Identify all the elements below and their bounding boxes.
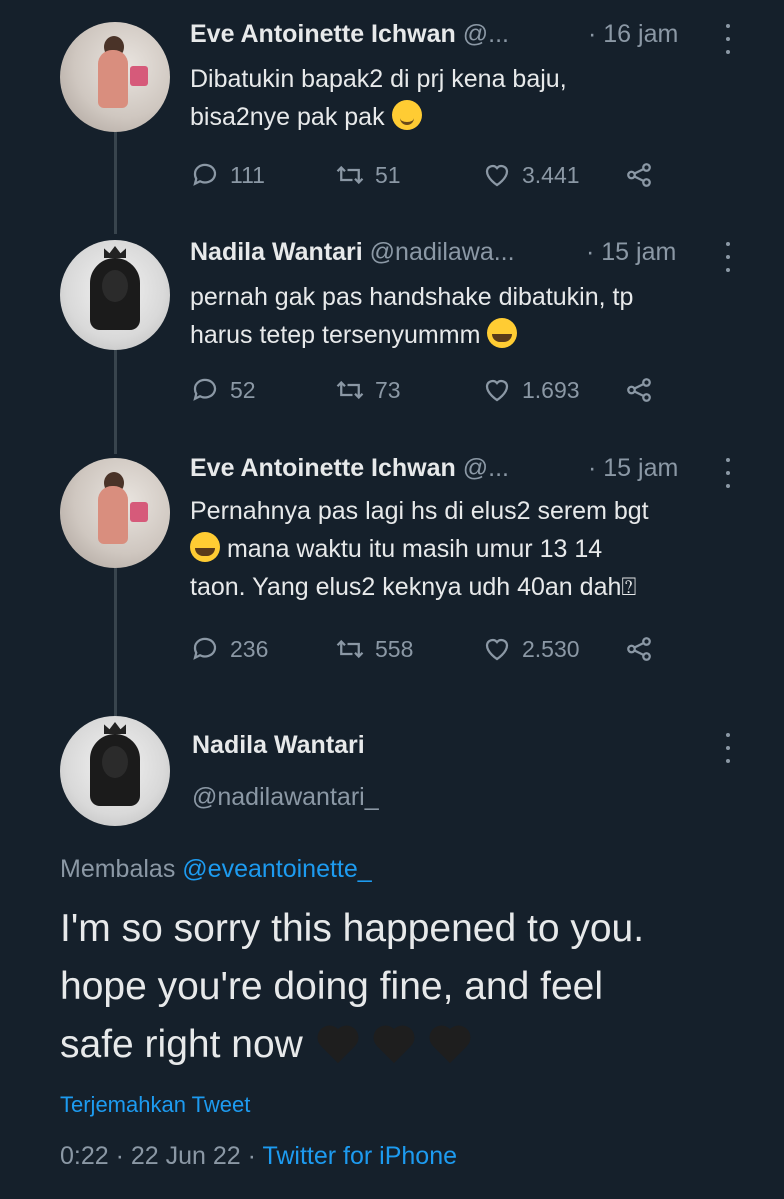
tweet-text-line: taon. Yang elus2 keknya udh 40an dah⍰ — [190, 573, 637, 601]
timestamp[interactable]: · 15 jam — [588, 454, 678, 483]
action-bar: 111 51 3.441 — [190, 160, 670, 190]
tweet-2[interactable]: Nadila Wantari @nadilawa... · 15 jam per… — [0, 220, 784, 440]
timestamp[interactable]: · 15 jam — [586, 238, 676, 267]
retweet-count: 558 — [375, 635, 414, 662]
share-icon — [627, 378, 651, 402]
like-button[interactable]: 1.693 — [482, 375, 580, 405]
more-icon[interactable] — [718, 24, 738, 54]
display-name: Nadila Wantari — [190, 238, 363, 266]
tweet-text-line: Pernahnya pas lagi hs di elus2 serem bgt — [190, 497, 649, 525]
avatar[interactable] — [60, 458, 170, 568]
author-name[interactable]: Eve Antoinette Ichwan @... — [190, 454, 509, 483]
handle: @nadilawa... — [369, 238, 515, 266]
main-tweet-text: I'm so sorry this happened to you. hope … — [60, 900, 760, 1074]
share-button[interactable] — [624, 160, 654, 190]
tweet-text: Dibatukin bapak2 di prj kena baju, bisa2… — [190, 60, 760, 136]
black-heart-emoji-icon — [426, 1025, 474, 1065]
replying-prefix: Membalas — [60, 855, 176, 883]
avatar[interactable] — [60, 240, 170, 350]
retweet-icon — [336, 639, 364, 659]
avatar[interactable] — [60, 22, 170, 132]
retweet-count: 51 — [375, 161, 401, 188]
tweet-text: pernah gak pas handshake dibatukin, tp h… — [190, 278, 760, 354]
retweet-button[interactable]: 558 — [335, 634, 413, 664]
tweet-text-line: safe right now — [60, 1023, 303, 1066]
slightly-smiling-face-emoji-icon — [391, 100, 422, 130]
reply-icon — [193, 163, 217, 186]
reply-icon — [193, 637, 217, 660]
reply-count: 52 — [230, 376, 256, 403]
translate-tweet-link[interactable]: Terjemahkan Tweet — [60, 1092, 250, 1118]
reply-button[interactable]: 111 — [190, 160, 265, 190]
more-icon[interactable] — [718, 733, 738, 763]
tweet-3[interactable]: Eve Antoinette Ichwan @... · 15 jam Pern… — [0, 440, 784, 700]
tweet-text-line: bisa2nye pak pak — [190, 103, 385, 131]
reply-count: 236 — [230, 635, 269, 662]
share-button[interactable] — [624, 634, 654, 664]
action-bar: 236 558 2.530 — [190, 634, 670, 664]
handle: @... — [462, 454, 509, 482]
display-name: Eve Antoinette Ichwan — [190, 454, 456, 482]
like-button[interactable]: 3.441 — [482, 160, 580, 190]
heart-icon — [485, 638, 509, 661]
retweet-button[interactable]: 73 — [335, 375, 401, 405]
like-count: 3.441 — [522, 161, 580, 188]
heart-icon — [485, 164, 509, 187]
share-button[interactable] — [624, 375, 654, 405]
tweet-text-line: Dibatukin bapak2 di prj kena baju, — [190, 65, 567, 93]
timestamp[interactable]: 0:22 · 22 Jun 22 · — [60, 1142, 256, 1170]
tweet-text-line: hope you're doing fine, and feel — [60, 965, 604, 1008]
like-count: 1.693 — [522, 376, 580, 403]
share-icon — [627, 637, 651, 661]
display-name[interactable]: Nadila Wantari — [192, 731, 365, 760]
black-heart-emoji-icon — [370, 1025, 418, 1065]
reply-icon — [193, 378, 217, 401]
retweet-count: 73 — [375, 376, 401, 403]
heart-icon — [485, 379, 509, 402]
reply-button[interactable]: 236 — [190, 634, 268, 664]
handle: @... — [462, 20, 509, 48]
reply-button[interactable]: 52 — [190, 375, 256, 405]
author-name[interactable]: Nadila Wantari @nadilawa... — [190, 238, 515, 267]
replying-to: Membalas @eveantoinette_ — [60, 855, 372, 884]
tweet-text-line: I'm so sorry this happened to you. — [60, 907, 645, 950]
reply-count: 111 — [230, 161, 265, 188]
black-heart-emoji-icon — [314, 1025, 362, 1065]
timestamp[interactable]: · 16 jam — [588, 20, 678, 49]
tweet-1[interactable]: Eve Antoinette Ichwan @... · 16 jam Diba… — [0, 0, 784, 220]
tweet-meta: 0:22 · 22 Jun 22 · Twitter for iPhone — [60, 1142, 457, 1171]
source-link[interactable]: Twitter for iPhone — [262, 1142, 457, 1170]
handle[interactable]: @nadilawantari_ — [192, 783, 379, 812]
retweet-icon — [336, 165, 364, 185]
more-icon[interactable] — [718, 458, 738, 488]
avatar[interactable] — [60, 716, 170, 826]
like-button[interactable]: 2.530 — [482, 634, 580, 664]
like-count: 2.530 — [522, 635, 580, 662]
retweet-icon — [336, 380, 364, 400]
author-name[interactable]: Eve Antoinette Ichwan @... — [190, 20, 509, 49]
replying-to-link[interactable]: @eveantoinette_ — [182, 855, 371, 883]
tweet-text-line: mana waktu itu masih umur 13 14 — [226, 535, 603, 563]
tweet-text-line: pernah gak pas handshake dibatukin, tp — [190, 283, 634, 311]
loudly-crying-face-emoji-icon — [190, 532, 220, 562]
share-icon — [627, 163, 651, 187]
more-icon[interactable] — [718, 242, 738, 272]
display-name: Eve Antoinette Ichwan — [190, 20, 456, 48]
action-bar: 52 73 1.693 — [190, 375, 670, 405]
tweet-text: Pernahnya pas lagi hs di elus2 serem bgt… — [190, 492, 760, 606]
retweet-button[interactable]: 51 — [335, 160, 401, 190]
loudly-crying-face-emoji-icon — [487, 318, 518, 348]
tweet-text-line: harus tetep tersenyummm — [190, 321, 481, 349]
